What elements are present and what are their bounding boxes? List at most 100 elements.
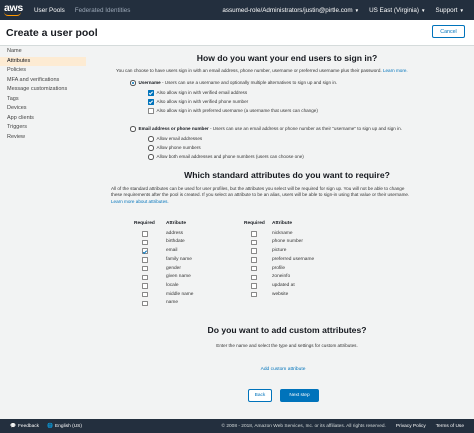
feedback-label: Feedback xyxy=(17,423,40,429)
standard-attributes-desc: All of the standard attributes can be us… xyxy=(111,186,466,205)
right-attribute-label: preferred username xyxy=(272,256,315,262)
right-required-checkbox-profile[interactable] xyxy=(251,265,257,272)
right-attribute-label: profile xyxy=(272,265,286,271)
language-label: English (US) xyxy=(55,423,82,429)
add-custom-attribute-link[interactable]: Add custom attribute xyxy=(108,367,458,373)
allow-email-label: Allow email addresses xyxy=(156,136,203,141)
left-attribute-label: family name xyxy=(166,256,192,262)
language-selector[interactable]: 🌐 English (US) xyxy=(47,424,82,429)
right-required-checkbox-updated-at[interactable] xyxy=(251,283,257,289)
next-step-button[interactable]: Next step xyxy=(280,389,319,402)
nav-federated-identities[interactable]: Federated Identities xyxy=(75,7,131,14)
sidebar-item-tags[interactable]: Tags xyxy=(0,95,86,105)
verified-email-option[interactable]: Also allow sign in with verified email a… xyxy=(148,90,247,96)
signin-title: How do you want your end users to sign i… xyxy=(196,53,378,63)
right-attribute-label: picture xyxy=(272,248,287,254)
left-required-checkbox-birthdate[interactable] xyxy=(142,239,148,246)
right-required-checkbox-preferred-username[interactable] xyxy=(251,257,257,263)
left-attribute-label: address xyxy=(166,230,184,236)
wizard-sidebar: Name Attributes Policies MFA and verific… xyxy=(0,47,86,142)
region-menu[interactable]: US East (Virginia) ▼ xyxy=(369,7,425,14)
left-required-checkbox-middle-name[interactable] xyxy=(142,291,148,298)
sidebar-item-triggers[interactable]: Triggers xyxy=(0,123,86,133)
sidebar-item-attributes[interactable]: Attributes xyxy=(0,56,86,66)
sidebar-item-app-clients[interactable]: App clients xyxy=(0,114,86,124)
support-menu[interactable]: Support ▼ xyxy=(435,7,464,14)
attributes-learn-more-link[interactable]: Learn more about attributes. xyxy=(111,199,466,205)
sidebar-item-messages[interactable]: Message customizations xyxy=(0,85,86,95)
left-required-checkbox-name[interactable] xyxy=(142,300,148,307)
back-button[interactable]: Back xyxy=(248,389,272,402)
left-attribute-label: middle name xyxy=(166,291,194,297)
sidebar-item-devices[interactable]: Devices xyxy=(0,104,86,114)
right-attribute-header: Attribute xyxy=(272,221,292,226)
chevron-down-icon: ▼ xyxy=(354,7,360,13)
email-phone-radio[interactable] xyxy=(130,126,136,132)
page-title: Create a user pool xyxy=(6,27,98,39)
allow-both-radio[interactable] xyxy=(148,154,154,160)
allow-phone-option[interactable]: Allow phone numbers xyxy=(148,145,201,151)
allow-both-option[interactable]: Allow both email addresses and phone num… xyxy=(148,154,304,160)
left-attribute-label: gender xyxy=(166,265,181,271)
allow-email-radio[interactable] xyxy=(148,136,154,142)
sidebar-item-review[interactable]: Review xyxy=(0,133,86,143)
custom-attributes-title: Do you want to add custom attributes? xyxy=(207,325,367,335)
left-required-checkbox-gender[interactable] xyxy=(142,265,148,272)
email-phone-option[interactable]: Email address or phone number - Users ca… xyxy=(130,126,402,132)
cancel-button[interactable]: Cancel xyxy=(432,25,465,38)
right-required-checkbox-phone-number[interactable] xyxy=(251,239,257,246)
username-radio[interactable] xyxy=(130,80,136,86)
privacy-policy-link[interactable]: Privacy Policy xyxy=(396,424,426,429)
allow-email-option[interactable]: Allow email addresses xyxy=(148,136,202,142)
left-attribute-header: Attribute xyxy=(166,221,186,226)
verified-phone-label: Also allow sign in with verified phone n… xyxy=(156,99,249,105)
signin-learn-more-link[interactable]: Learn more. xyxy=(383,68,408,73)
nav-user-pools[interactable]: User Pools xyxy=(34,7,65,14)
left-attribute-label: name xyxy=(166,300,178,306)
account-menu[interactable]: assumed-role/Administrators/justin@pirtl… xyxy=(222,7,359,14)
footer: 💬 Feedback 🌐 English (US) © 2008 - 2018,… xyxy=(0,419,474,433)
right-attribute-label: website xyxy=(272,291,289,297)
aws-logo[interactable]: aws xyxy=(4,3,26,16)
chevron-down-icon: ▼ xyxy=(459,7,464,13)
left-required-checkbox-family-name[interactable] xyxy=(142,257,148,263)
allow-both-label: Allow both email addresses and phone num… xyxy=(156,154,304,159)
left-required-checkbox-locale[interactable] xyxy=(142,283,148,289)
right-required-checkbox-picture[interactable] xyxy=(251,248,257,254)
left-required-checkbox-address[interactable] xyxy=(142,231,148,237)
left-attribute-label: locale xyxy=(166,282,179,288)
verified-phone-option[interactable]: Also allow sign in with verified phone n… xyxy=(148,99,248,105)
verified-phone-checkbox[interactable] xyxy=(148,99,154,105)
left-required-checkbox-given-name[interactable] xyxy=(142,274,148,280)
allow-phone-radio[interactable] xyxy=(148,145,154,151)
username-option[interactable]: Username - Users can use a username and … xyxy=(130,80,337,86)
verified-email-checkbox[interactable] xyxy=(148,90,154,96)
nav-right-group: assumed-role/Administrators/justin@pirtl… xyxy=(222,7,474,14)
terms-of-use-link[interactable]: Terms of Use xyxy=(436,424,464,429)
preferred-username-checkbox[interactable] xyxy=(148,108,154,114)
support-label: Support xyxy=(435,6,458,14)
main-content: How do you want your end users to sign i… xyxy=(108,47,466,415)
username-option-label: Username xyxy=(138,80,161,85)
sidebar-item-name[interactable]: Name xyxy=(0,47,86,57)
right-attribute-label: nickname xyxy=(272,230,293,236)
copyright-text: © 2008 - 2018, Amazon Web Services, Inc.… xyxy=(221,423,386,429)
account-name: assumed-role/Administrators/justin@pirtl… xyxy=(222,6,353,14)
top-navigation: aws User Pools Federated Identities assu… xyxy=(0,0,474,20)
right-required-checkbox-zoneinfo[interactable] xyxy=(251,274,257,280)
right-attribute-label: phone number xyxy=(272,239,303,245)
feedback-button[interactable]: 💬 Feedback xyxy=(10,424,39,429)
right-attribute-label: updated at xyxy=(272,282,295,288)
right-required-checkbox-nickname[interactable] xyxy=(251,231,257,237)
sidebar-item-mfa[interactable]: MFA and verifications xyxy=(0,76,86,86)
verified-email-label: Also allow sign in with verified email a… xyxy=(156,90,248,96)
right-required-checkbox-website[interactable] xyxy=(251,291,257,298)
left-required-checkbox-email[interactable] xyxy=(142,248,148,254)
username-option-desc: - Users can use a username and optionall… xyxy=(160,80,338,85)
sidebar-item-policies[interactable]: Policies xyxy=(0,66,86,76)
signin-intro-text: You can choose to have users sign in wit… xyxy=(116,68,382,73)
feedback-icon: 💬 xyxy=(10,423,16,429)
preferred-username-option[interactable]: Also allow sign in with preferred userna… xyxy=(148,108,318,114)
left-attribute-label: birthdate xyxy=(166,239,185,245)
page-header: Create a user pool Cancel xyxy=(0,20,474,46)
